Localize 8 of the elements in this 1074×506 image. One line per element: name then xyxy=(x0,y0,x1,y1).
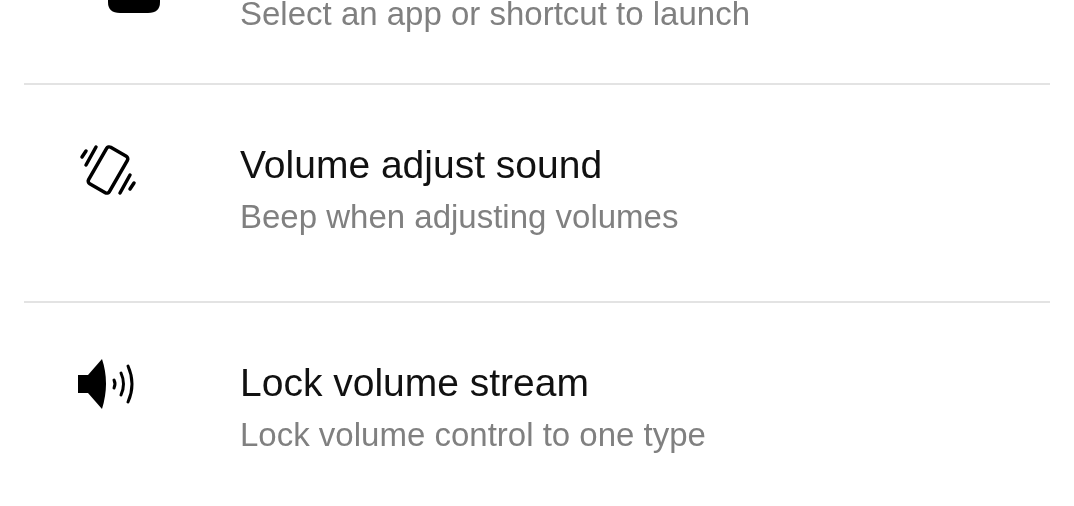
settings-item[interactable]: Lock volume stream Lock volume control to one type xyxy=(24,301,1050,506)
setting-summary: Beep when adjusting volumes xyxy=(240,197,679,237)
settings-item[interactable]: Volume adjust sound Beep when adjusting volumes xyxy=(24,83,1050,301)
setting-summary: Lock volume control to one type xyxy=(240,415,706,455)
setting-title: Volume adjust sound xyxy=(240,142,604,188)
setting-title: Lock volume stream xyxy=(240,360,590,406)
setting-summary: Select an app or shortcut to launch xyxy=(240,0,750,34)
settings-item[interactable]: Select an app or shortcut to launch xyxy=(24,0,1050,83)
